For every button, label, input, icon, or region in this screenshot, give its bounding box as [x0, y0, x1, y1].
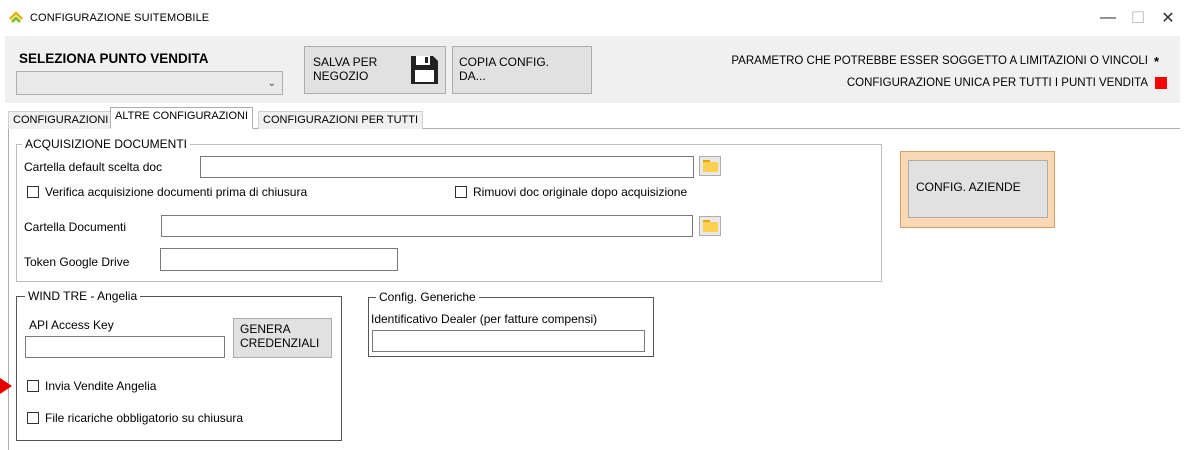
folder-icon[interactable] [699, 216, 721, 236]
store-select-label: SELEZIONA PUNTO VENDITA [19, 51, 209, 66]
dealer-id-label: Identificativo Dealer (per fatture compe… [371, 312, 598, 326]
api-access-key-label: API Access Key [29, 318, 114, 332]
app-logo-icon [9, 11, 23, 23]
tab-altre-configurazioni[interactable]: ALTRE CONFIGURAZIONI [110, 107, 254, 129]
documents-group-title: ACQUISIZIONE DOCUMENTI [22, 137, 191, 151]
google-drive-token-label: Token Google Drive [24, 255, 130, 269]
generate-credentials-button-label: GENERA CREDENZIALI [240, 322, 320, 350]
dealer-id-input[interactable] [372, 330, 645, 352]
verify-acquisition-label: Verifica acquisizione documenti prima di… [45, 185, 308, 199]
recharge-file-required-label: File ricariche obbligatorio su chiusura [45, 411, 244, 425]
remove-original-label: Rimuovi doc originale dopo acquisizione [473, 185, 688, 199]
window-title: CONFIGURAZIONE SUITEMOBILE [30, 12, 210, 24]
api-access-key-input[interactable] [25, 336, 225, 358]
verify-acquisition-checkbox[interactable] [27, 186, 39, 198]
tab-configurazioni[interactable]: CONFIGURAZIONI [8, 111, 114, 129]
default-folder-label: Cartella default scelta doc [24, 160, 163, 174]
store-select[interactable]: ⌄ [16, 71, 283, 95]
asterisk-marker: * [1154, 54, 1160, 69]
param-limit-note: PARAMETRO CHE POTREBBE ESSER SOGGETTO A … [731, 55, 1148, 67]
save-store-button-label: SALVA PER NEGOZIO [313, 55, 378, 83]
generic-config-group-title: Config. Generiche [376, 290, 479, 304]
close-button[interactable]: ✕ [1150, 6, 1184, 30]
red-arrow-pointer-icon [0, 378, 12, 394]
companies-config-button-label: CONFIG. AZIENDE [916, 180, 1021, 194]
copy-config-button-label: COPIA CONFIG. DA... [459, 55, 550, 83]
default-folder-input[interactable] [200, 156, 694, 178]
recharge-file-required-checkbox[interactable] [27, 412, 39, 424]
google-drive-token-input[interactable] [160, 248, 398, 271]
red-square-marker [1155, 77, 1167, 89]
remove-original-checkbox[interactable] [455, 186, 467, 198]
send-sales-angelia-checkbox[interactable] [27, 380, 39, 392]
chevron-down-icon: ⌄ [267, 78, 276, 89]
documents-folder-input[interactable] [161, 215, 693, 237]
floppy-disk-icon[interactable] [408, 54, 440, 86]
unique-config-note: CONFIGURAZIONE UNICA PER TUTTI I PUNTI V… [846, 77, 1148, 89]
wind-tre-group-title: WIND TRE - Angelia [25, 289, 141, 303]
send-sales-angelia-label: Invia Vendite Angelia [45, 379, 157, 393]
tab-configurazioni-per-tutti[interactable]: CONFIGURAZIONI PER TUTTI [258, 111, 424, 129]
folder-icon[interactable] [699, 156, 721, 176]
documents-folder-label: Cartella Documenti [24, 220, 127, 234]
